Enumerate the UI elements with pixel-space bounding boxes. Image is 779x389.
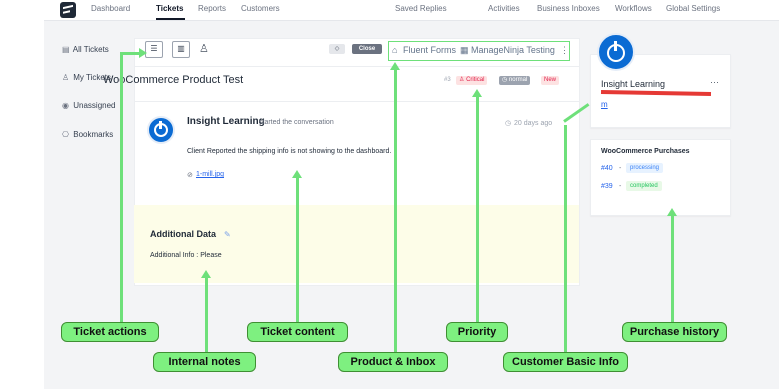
started-text: started the conversation [259,119,334,126]
author-name: Insight Learning [187,116,265,127]
eye-icon: ◉ [62,101,69,110]
bookmark-icon: ⎔ [62,130,69,139]
callout-ticket-actions: Ticket actions [61,322,159,342]
callout-purchase-history: Purchase history [622,322,727,342]
nav-activities[interactable]: Activities [488,4,520,13]
customer-more-button[interactable]: ··· [710,77,719,87]
state-badge: New [541,76,560,85]
nav-saved-replies[interactable]: Saved Replies [395,4,447,13]
edit-icon[interactable]: ✎ [224,230,231,239]
callout-product-inbox: Product & Inbox [338,352,448,372]
ticket-actions-button[interactable]: ☰ [145,41,163,58]
callout-line-priority [476,96,479,322]
priority-badge[interactable]: ♙ Critical [456,76,488,85]
nav-customers[interactable]: Customers [241,4,280,13]
nav-tickets[interactable]: Tickets [156,4,183,13]
ticket-title: WooCommerce Product Test [103,74,244,86]
product-icon: ⌂ [392,45,398,55]
inbox-icon: ▦ [460,45,469,55]
title-divider [134,66,579,67]
nav-workflows[interactable]: Workflows [615,4,652,13]
status-normal-badge: ◷ normal [499,76,531,85]
purchase-id[interactable]: #40 [601,165,613,172]
clock-icon: ◷ [505,120,512,127]
sidebar-item-label: Unassigned [73,101,116,110]
callout-line-customer [564,125,567,352]
product-label: Fluent Forms [403,45,457,55]
callout-customer-basic-info: Customer Basic Info [503,352,628,372]
header-divider [134,101,579,102]
list-icon: ▤ [62,45,70,54]
callout-internal-notes: Internal notes [153,352,256,372]
purchase-status: completed [626,181,662,191]
callout-priority: Priority [446,322,508,342]
sidebar-item-bookmarks[interactable]: ⎔ Bookmarks [62,130,113,139]
sidebar-item-label: All Tickets [72,45,109,54]
callout-ticket-content: Ticket content [247,322,348,342]
sidebar-item-unassigned[interactable]: ◉ Unassigned [62,101,115,110]
time-ago: 20 days ago [514,120,553,127]
callout-line-product-inbox [394,70,397,352]
notebook-icon: ▥ [177,44,185,53]
customer-avatar [597,33,635,71]
priority-label: Critical [466,77,485,83]
close-ticket-button[interactable]: Close [352,44,382,54]
attachment-icon: ⊘ [187,172,193,179]
fluent-support-logo[interactable] [60,2,76,18]
ticket-number: #3 [444,77,451,83]
sidebar-item-label: Bookmarks [73,130,114,139]
clock-icon: ◷ [502,77,508,83]
attachment-link[interactable]: 1-mill.jpg [196,171,224,178]
callout-line-ticket-content [296,178,299,322]
author-avatar [147,116,175,144]
nav-reports[interactable]: Reports [198,4,226,13]
nav-global-settings[interactable]: Global Settings [666,4,720,13]
callout-line-ticket-actions [120,52,123,322]
product-inbox-selector[interactable]: ⌂ Fluent Forms ▦ ManageNinja Testing ⋮ [388,41,570,61]
inbox-label: ManageNinja Testing [471,45,555,55]
internal-notes-button[interactable]: ▥ [172,41,190,58]
additional-info: Additional Info : Please [150,252,222,259]
callout-arrow-up [292,170,302,178]
callout-arrow-up [667,208,677,216]
callout-arrow-up [472,89,482,97]
assign-user-icon[interactable]: ♙ [199,42,211,55]
more-vertical-icon[interactable]: ⋮ [560,45,569,56]
chat-icon: ☰ [150,44,158,53]
top-nav: Dashboard Tickets Reports Customers Save… [44,0,779,21]
user-icon: ♙ [62,73,70,82]
purchase-status: processing [626,163,664,173]
additional-data-title: Additional Data [150,229,217,239]
callout-arrow-up [201,270,211,278]
sidebar-item-all-tickets[interactable]: ▤ All Tickets [62,45,109,54]
customer-link-icon[interactable]: m [601,100,608,109]
purchases-title: WooCommerce Purchases [601,148,690,155]
user-icon: ♙ [459,77,465,83]
purchase-separator: - [619,165,622,172]
purchase-id[interactable]: #39 [601,183,613,190]
callout-arrow-up [390,62,400,70]
callout-line-purchase [671,216,674,322]
callout-line-internal-notes [205,277,208,352]
message-text: Client Reported the shipping info is not… [187,148,392,155]
nav-business-inboxes[interactable]: Business Inboxes [537,4,600,13]
toggle-view-button[interactable]: ◇ [329,44,345,54]
purchase-separator: - [619,183,622,190]
status-normal-label: normal [508,77,528,83]
customer-name: Insight Learning [601,79,666,89]
active-tab-underline [156,18,185,20]
callout-arrow-right [139,48,147,58]
nav-dashboard[interactable]: Dashboard [91,4,130,13]
